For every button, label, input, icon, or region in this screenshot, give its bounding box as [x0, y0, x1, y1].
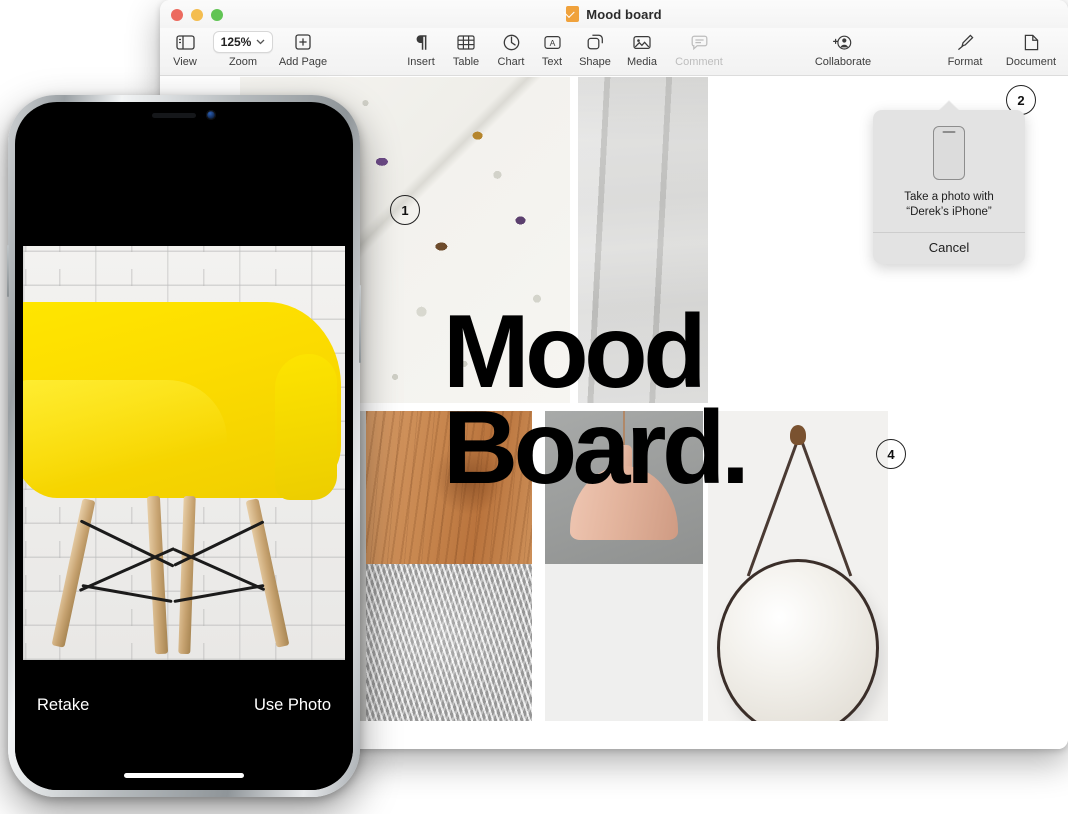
text-box-icon: A [543, 30, 561, 54]
retake-button[interactable]: Retake [37, 696, 89, 715]
yellow-chair-shell [23, 302, 341, 500]
image-concrete-strip[interactable] [578, 77, 708, 403]
table-icon [457, 30, 475, 54]
iphone-device: Retake Use Photo [7, 95, 361, 797]
camera-action-bar: Retake Use Photo [15, 676, 353, 790]
image-round-mirror[interactable] [708, 411, 888, 721]
toolbar-button-add-page[interactable]: Add Page [270, 30, 336, 68]
home-indicator[interactable] [124, 773, 244, 778]
toolbar-label-shape: Shape [579, 56, 611, 68]
format-brush-icon [957, 30, 974, 54]
media-icon [633, 30, 651, 54]
lamp-shade [570, 466, 678, 540]
sidebar-icon [175, 30, 195, 54]
iphone-icon [933, 126, 965, 180]
front-camera-icon [206, 110, 216, 120]
toolbar-button-collaborate[interactable]: Collaborate [798, 30, 888, 68]
window-title-group: Mood board [160, 0, 1068, 28]
cancel-button[interactable]: Cancel [873, 233, 1025, 264]
mirror-strap-left [798, 434, 853, 577]
toolbar-button-document[interactable]: Document [994, 30, 1068, 68]
toolbar-label-table: Table [452, 56, 480, 68]
earpiece-speaker [152, 112, 196, 118]
legend-panel[interactable]: 1 — Terrazzo Floors 2 — Pop Color 3 — [545, 564, 703, 721]
popover-line-1: Take a photo with [904, 191, 994, 203]
chart-icon [503, 30, 520, 54]
mirror-glass [717, 559, 879, 721]
toolbar-label-document: Document [1005, 56, 1057, 68]
toolbar-button-comment[interactable]: Comment [666, 30, 732, 68]
toolbar-label-media: Media [627, 56, 657, 68]
collaborate-icon [833, 30, 853, 54]
popover-body: Take a photo with “Derek’s iPhone” Cance… [873, 110, 1025, 264]
zoom-percent-button[interactable]: 125% [212, 31, 274, 53]
mirror-strap-right [746, 434, 801, 577]
toolbar-label-add-page: Add Page [278, 56, 328, 68]
mirror-hanger-knob [790, 425, 806, 445]
camera-actions: Retake Use Photo [15, 696, 353, 715]
toolbar-label-text: Text [541, 56, 563, 68]
toolbar-label-view: View [173, 56, 197, 68]
window-titlebar: Mood board [160, 0, 1068, 28]
image-wood-grain[interactable] [366, 411, 532, 564]
iphone-notch [109, 102, 259, 128]
screenshot-root: Mood board View 125% Zoom Add Page Inser… [0, 0, 1068, 814]
marker-badge-4[interactable]: 4 [876, 439, 906, 469]
chevron-down-icon [256, 39, 265, 45]
shape-icon [587, 30, 604, 54]
comment-icon [691, 30, 708, 54]
zoom-value: 125% [220, 35, 252, 49]
chair-shell-highlight [23, 380, 227, 492]
document-icon [1024, 30, 1039, 54]
marker-badge-1[interactable]: 1 [390, 195, 420, 225]
iphone-screen[interactable]: Retake Use Photo [15, 102, 353, 790]
toolbar-label-insert: Insert [407, 56, 435, 68]
window-title: Mood board [586, 6, 662, 22]
svg-text:A: A [549, 38, 555, 48]
image-fur-rug[interactable] [366, 564, 532, 721]
toolbar-label-format: Format [947, 56, 983, 68]
popover-content[interactable]: Take a photo with “Derek’s iPhone” [873, 110, 1025, 232]
paragraph-icon [414, 30, 429, 54]
toolbar-label-comment: Comment [675, 56, 723, 68]
pages-document-icon [566, 6, 580, 22]
app-toolbar: View 125% Zoom Add Page Insert Table Cha… [160, 28, 1068, 76]
add-page-icon [295, 30, 311, 54]
toolbar-label-collaborate: Collaborate [814, 56, 872, 68]
popover-arrow [939, 101, 959, 111]
popover-line-2: “Derek’s iPhone” [906, 206, 992, 219]
captured-photo-preview[interactable] [23, 246, 345, 660]
toolbar-label-zoom: Zoom [228, 56, 258, 68]
use-photo-button[interactable]: Use Photo [254, 696, 331, 715]
toolbar-button-format[interactable]: Format [932, 30, 998, 68]
image-pendant-lamp[interactable] [545, 411, 703, 564]
continuity-camera-popover: Take a photo with “Derek’s iPhone” Cance… [873, 101, 1025, 264]
